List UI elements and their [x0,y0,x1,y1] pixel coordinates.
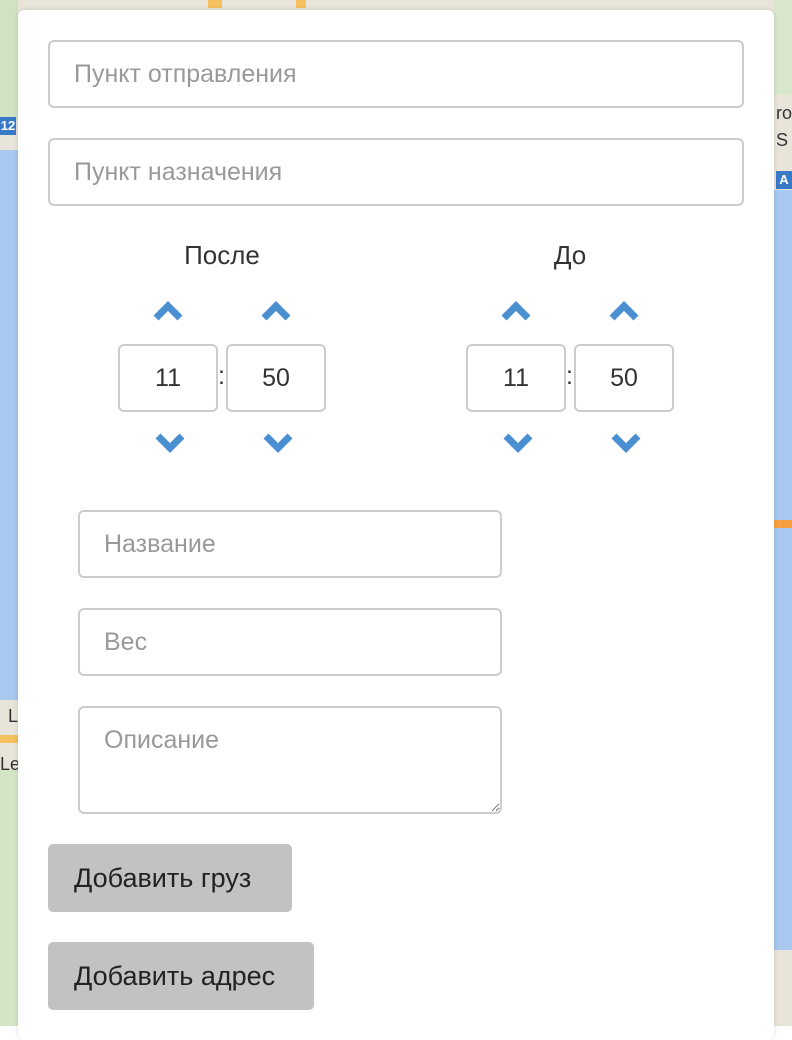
map-park-area [0,770,18,1026]
after-minutes-field[interactable]: 50 [226,344,326,412]
add-address-button[interactable]: Добавить адрес [48,942,314,1010]
cargo-name-input[interactable] [78,510,502,578]
before-minutes-decrement-button[interactable] [606,424,646,458]
map-road-shield: 12 [0,117,16,135]
map-place-label: ro [776,103,792,123]
chevron-up-icon [604,294,644,328]
chevron-down-icon [258,424,298,458]
origin-input[interactable] [48,40,744,108]
after-time-label: После [184,240,260,270]
after-hours-field[interactable]: 11 [118,344,218,412]
after-hours-increment-button[interactable] [148,294,188,328]
chevron-down-icon [606,424,646,458]
before-minutes-field[interactable]: 50 [574,344,674,412]
time-separator: : [218,362,225,390]
before-minutes-increment-button[interactable] [604,294,644,328]
before-time-label: До [553,240,587,270]
chevron-up-icon [496,294,536,328]
map-road [0,735,18,743]
route-form-panel: После 11 : 50 До 11 : 50 [18,10,774,1040]
add-cargo-button[interactable]: Добавить груз [48,844,292,912]
before-hours-decrement-button[interactable] [498,424,538,458]
map-water-area [0,150,18,700]
map-place-label: S [776,130,789,150]
destination-input[interactable] [48,138,744,206]
after-minutes-decrement-button[interactable] [258,424,298,458]
after-minutes-increment-button[interactable] [256,294,296,328]
before-hours-field[interactable]: 11 [466,344,566,412]
chevron-down-icon [498,424,538,458]
map-park-area [0,0,18,120]
map-road [774,520,792,528]
map-place-label: Le [0,754,18,774]
before-hours-increment-button[interactable] [496,294,536,328]
time-separator: : [566,362,573,390]
map-road [296,0,306,8]
cargo-description-textarea[interactable] [78,706,502,814]
map-water-area [774,190,792,950]
cargo-weight-input[interactable] [78,608,502,676]
map-park-area [774,0,792,95]
chevron-up-icon [256,294,296,328]
map-road-shield: A [776,171,792,189]
chevron-down-icon [150,424,190,458]
chevron-up-icon [148,294,188,328]
map-road [208,0,222,8]
after-hours-decrement-button[interactable] [150,424,190,458]
